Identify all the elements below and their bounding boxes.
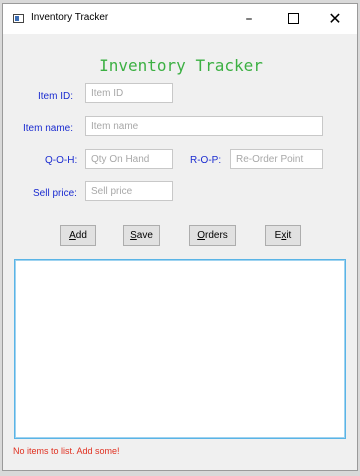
sell-price-input[interactable] (85, 181, 173, 201)
inventory-list[interactable] (14, 259, 346, 439)
app-window: Inventory Tracker – ✕ Inventory Tracker … (2, 3, 358, 471)
orders-button[interactable]: Orders (189, 225, 236, 246)
app-window-icon (13, 14, 24, 23)
save-label-rest: ave (136, 230, 153, 241)
title-bar[interactable]: Inventory Tracker – ✕ (3, 4, 357, 34)
qoh-label: Q-O-H: (45, 155, 78, 166)
add-label-rest: dd (75, 230, 87, 241)
item-name-label: Item name: (23, 123, 74, 134)
save-mnemonic: S (130, 230, 137, 241)
qoh-input[interactable] (85, 149, 173, 169)
maximize-button[interactable] (273, 4, 313, 34)
rop-input[interactable] (230, 149, 323, 169)
item-id-input[interactable] (85, 83, 173, 103)
maximize-icon (287, 13, 299, 24)
sell-price-label: Sell price: (33, 188, 77, 199)
close-icon: ✕ (328, 9, 342, 28)
add-button[interactable]: Add (60, 225, 96, 246)
status-message: No items to list. Add some! (13, 446, 120, 456)
window-title: Inventory Tracker (31, 12, 109, 23)
minimize-icon: – (245, 11, 253, 27)
orders-mnemonic: O (197, 230, 205, 241)
minimize-button[interactable]: – (229, 4, 269, 34)
add-mnemonic: A (69, 230, 76, 241)
orders-label-rest: rders (204, 230, 228, 241)
rop-label: R-O-P: (190, 155, 222, 166)
app-heading: Inventory Tracker (99, 56, 263, 75)
exit-label-rest: it (286, 230, 292, 241)
item-id-label: Item ID: (38, 91, 74, 102)
item-name-input[interactable] (85, 116, 323, 136)
exit-button[interactable]: Exit (265, 225, 301, 246)
save-button[interactable]: Save (123, 225, 160, 246)
close-button[interactable]: ✕ (315, 4, 355, 34)
